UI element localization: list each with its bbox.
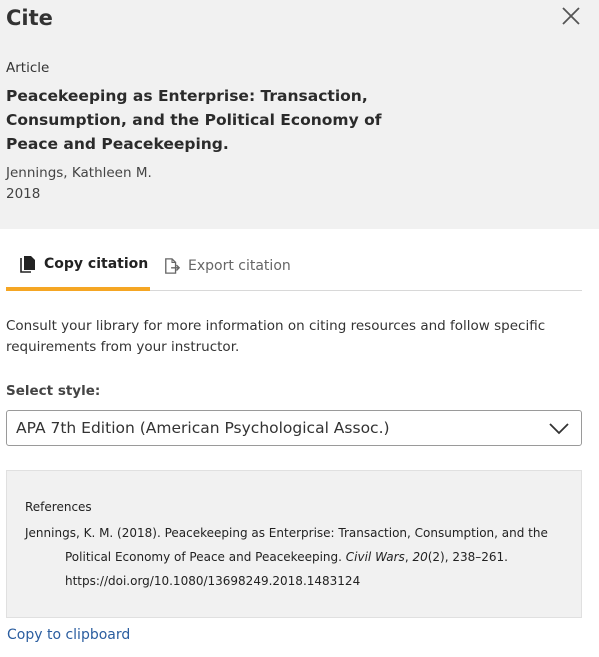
document-copy-icon	[20, 255, 36, 273]
select-style-label: Select style:	[6, 383, 101, 399]
style-select[interactable]: APA 7th Edition (American Psychological …	[6, 410, 582, 446]
item-year: 2018	[6, 186, 41, 202]
citation-text: Jennings, K. M. (2018). Peacekeeping as …	[25, 521, 573, 593]
item-type: Article	[6, 60, 50, 76]
tab-copy-citation[interactable]: Copy citation	[6, 240, 150, 291]
close-icon[interactable]	[559, 4, 583, 28]
chevron-down-icon	[549, 421, 569, 435]
style-select-value: APA 7th Edition (American Psychological …	[16, 419, 390, 437]
citation-journal: Civil Wars	[345, 550, 405, 564]
copy-to-clipboard-link[interactable]: Copy to clipboard	[7, 627, 130, 643]
item-author: Jennings, Kathleen M.	[6, 165, 152, 181]
file-export-icon	[164, 257, 180, 275]
tab-export-citation[interactable]: Export citation	[164, 240, 291, 291]
citation-issue-pages: (2), 238–261.	[427, 550, 508, 564]
citation-tabs: Copy citation Export citation	[6, 240, 582, 291]
modal-title: Cite	[6, 6, 53, 30]
citation-box: References Jennings, K. M. (2018). Peace…	[6, 470, 582, 618]
tab-export-citation-label: Export citation	[188, 257, 291, 274]
item-title: Peacekeeping as Enterprise: Transaction,…	[6, 87, 382, 153]
citation-doi: https://doi.org/10.1080/13698249.2018.14…	[65, 574, 361, 588]
citation-volume: 20	[412, 550, 428, 564]
item-header-panel: Cite Article Peacekeeping as Enterprise:…	[0, 0, 599, 229]
references-heading: References	[25, 500, 92, 514]
info-text: Consult your library for more informatio…	[6, 318, 546, 355]
tab-copy-citation-label: Copy citation	[44, 255, 149, 272]
